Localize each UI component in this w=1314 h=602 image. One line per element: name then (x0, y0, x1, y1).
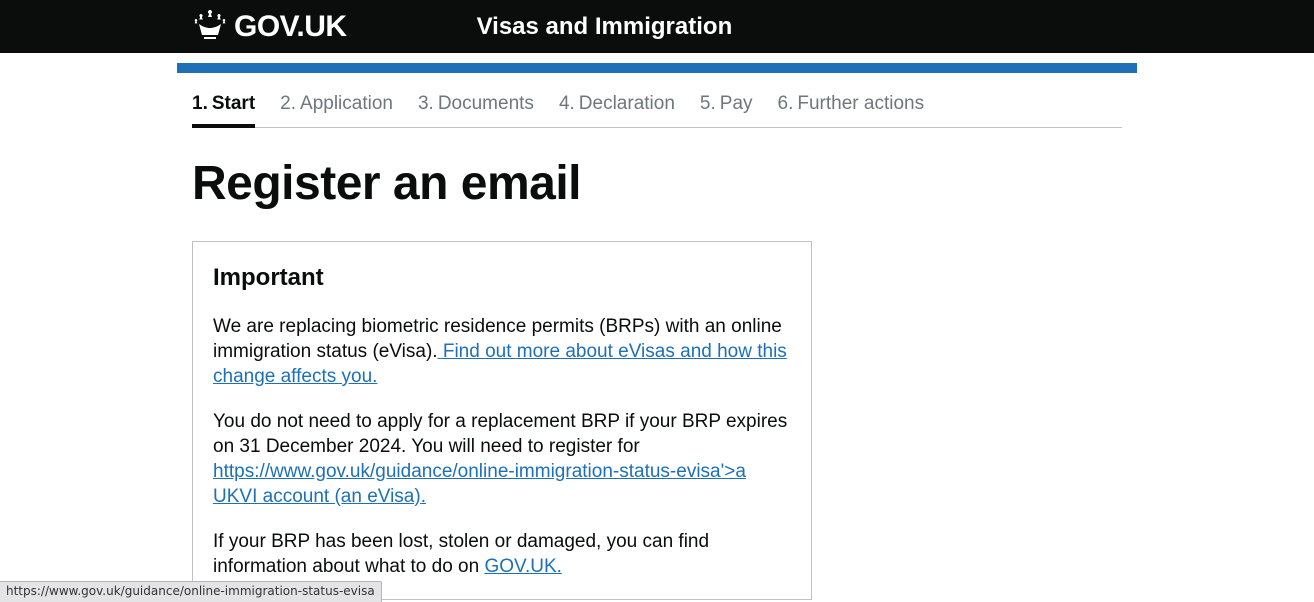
important-heading: Important (213, 262, 791, 294)
browser-status-bar: https://www.gov.uk/guidance/online-immig… (0, 581, 382, 602)
important-paragraph-3: If your BRP has been lost, stolen or dam… (213, 529, 791, 579)
nav-step-start[interactable]: 1. Start (192, 91, 255, 128)
important-paragraph-2: You do not need to apply for a replaceme… (213, 409, 791, 509)
site-header: GOV.UK Visas and Immigration (0, 0, 1314, 63)
important-paragraph-1: We are replacing biometric residence per… (213, 314, 791, 389)
nav-step-declaration[interactable]: 4. Declaration (559, 91, 675, 127)
page-title: Register an email (192, 158, 1122, 211)
govuk-logotype: GOV.UK (234, 7, 347, 46)
header-blue-bar (177, 63, 1137, 73)
ukvi-account-link[interactable]: https://www.gov.uk/guidance/online-immig… (213, 461, 746, 507)
important-notice: Important We are replacing biometric res… (192, 241, 812, 600)
nav-step-documents[interactable]: 3. Documents (418, 91, 534, 127)
govuk-logo-link[interactable]: GOV.UK (192, 0, 347, 53)
govuk-link[interactable]: GOV.UK. (484, 556, 561, 577)
nav-step-application[interactable]: 2. Application (280, 91, 393, 127)
nav-step-pay[interactable]: 5. Pay (700, 91, 753, 127)
service-name: Visas and Immigration (477, 11, 733, 43)
crown-icon (192, 7, 234, 46)
progress-nav: 1. Start 2. Application 3. Documents 4. … (192, 73, 1122, 128)
nav-step-further-actions[interactable]: 6. Further actions (778, 91, 925, 127)
